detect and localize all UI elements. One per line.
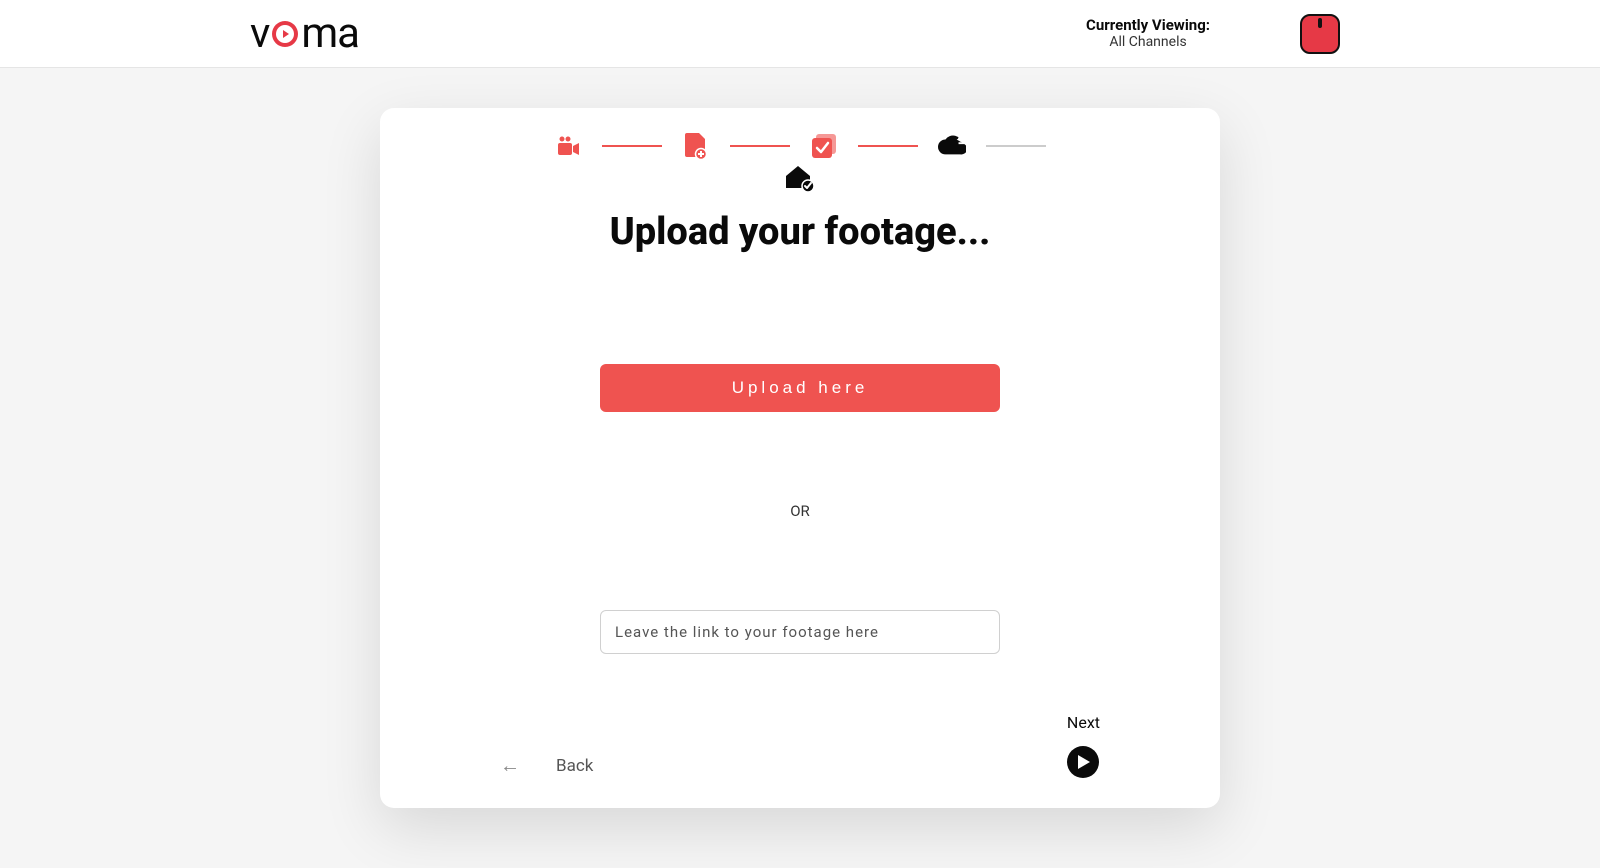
next-label: Next <box>1067 713 1100 732</box>
stepper <box>440 132 1160 160</box>
viewing-label: Currently Viewing: <box>1086 16 1210 34</box>
upload-card: Upload your footage... Upload here OR ← … <box>380 108 1220 808</box>
step-connector <box>858 145 918 147</box>
check-box-icon <box>810 132 838 160</box>
page-title: Upload your footage... <box>440 210 1160 254</box>
play-icon <box>1067 746 1099 778</box>
or-separator: OR <box>440 502 1160 520</box>
step-connector <box>986 145 1046 147</box>
cloud-upload-icon <box>938 132 966 160</box>
logo-text-after: ma <box>301 9 359 58</box>
app-header: v ma Currently Viewing: All Channels <box>0 0 1600 68</box>
logo-text-before: v <box>250 9 269 58</box>
step-connector <box>602 145 662 147</box>
footage-link-input[interactable] <box>600 610 1000 654</box>
home-check-icon <box>440 166 1160 192</box>
back-label: Back <box>556 756 593 776</box>
play-circle-icon <box>271 20 299 48</box>
back-button[interactable]: ← Back <box>500 753 593 778</box>
avatar[interactable] <box>1300 14 1340 54</box>
arrow-left-icon: ← <box>500 753 520 778</box>
viewing-value: All Channels <box>1086 34 1210 51</box>
logo[interactable]: v ma <box>250 9 359 58</box>
viewing-selector[interactable]: Currently Viewing: All Channels <box>1086 16 1210 51</box>
video-camera-icon <box>554 132 582 160</box>
nav-footer: ← Back Next <box>380 713 1220 778</box>
step-connector <box>730 145 790 147</box>
file-plus-icon <box>682 132 710 160</box>
upload-button[interactable]: Upload here <box>600 364 1000 412</box>
next-button[interactable]: Next <box>1067 713 1100 778</box>
